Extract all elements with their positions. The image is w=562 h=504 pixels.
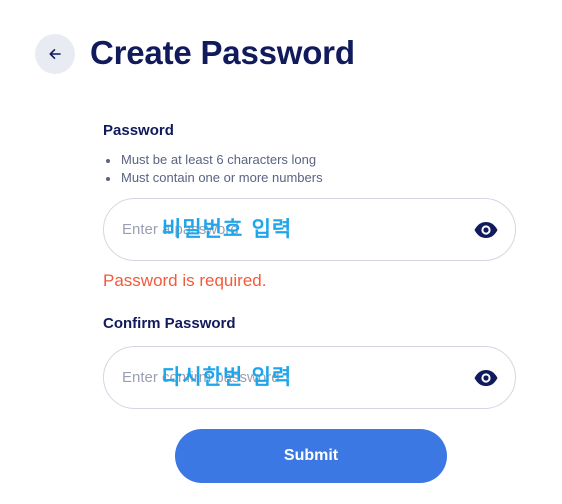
confirm-password-input[interactable]: [122, 347, 452, 408]
password-rule: Must contain one or more numbers: [103, 169, 323, 187]
confirm-password-field: 다시한번 입력: [103, 346, 516, 409]
toggle-confirm-visibility[interactable]: [473, 366, 499, 390]
password-rules: Must be at least 6 characters long Must …: [103, 151, 323, 187]
password-error: Password is required.: [103, 271, 267, 290]
confirm-password-label: Confirm Password: [103, 315, 236, 332]
password-rule: Must be at least 6 characters long: [103, 151, 323, 169]
page-title: Create Password: [90, 34, 355, 71]
password-input[interactable]: [122, 199, 452, 260]
toggle-password-visibility[interactable]: [473, 218, 499, 242]
password-label: Password: [103, 122, 174, 139]
password-field: 비밀번호 입력: [103, 198, 516, 261]
eye-icon: [473, 221, 499, 239]
back-button[interactable]: [35, 34, 75, 74]
arrow-left-icon: [47, 46, 63, 62]
submit-button[interactable]: Submit: [175, 429, 447, 483]
eye-icon: [473, 369, 499, 387]
